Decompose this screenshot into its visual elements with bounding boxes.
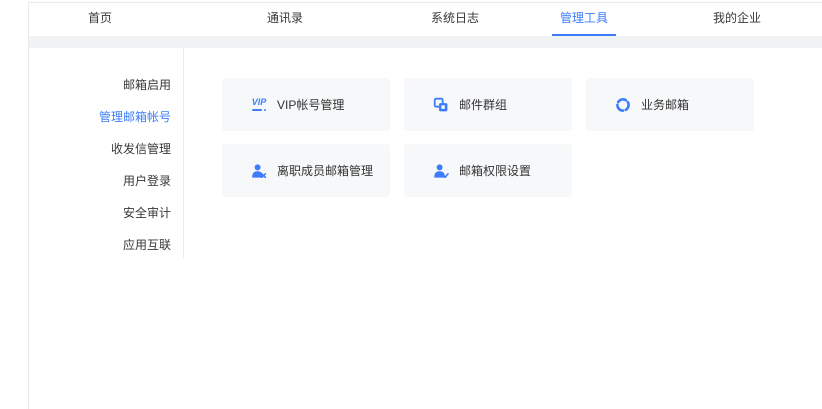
card-business-mailbox[interactable]: 业务邮箱 <box>586 78 754 131</box>
exmail-admin-page: 首页 通讯录 系统日志 管理工具 我的企业 邮箱启用 管理邮箱帐号 收发信管理 … <box>0 0 822 409</box>
mail-group-icon <box>432 97 450 113</box>
mailbox-permission-person-check-icon <box>432 163 450 179</box>
top-nav: 首页 通讯录 系统日志 管理工具 我的企业 <box>29 3 822 36</box>
tab-contacts[interactable]: 通讯录 <box>253 3 317 36</box>
business-mailbox-sync-icon <box>614 97 632 113</box>
card-label: 邮箱权限设置 <box>459 162 531 179</box>
card-vip-account-management[interactable]: VIP VIP帐号管理 <box>222 78 390 131</box>
former-member-person-x-icon <box>250 163 268 179</box>
sidebar-item-mailbox-enable[interactable]: 邮箱启用 <box>29 69 183 101</box>
card-former-member-mailbox[interactable]: 离职成员邮箱管理 <box>222 144 390 197</box>
card-mail-group[interactable]: 邮件群组 <box>404 78 572 131</box>
sidebar-item-user-login[interactable]: 用户登录 <box>29 165 183 197</box>
sidebar-item-send-receive-management[interactable]: 收发信管理 <box>29 133 183 165</box>
sidebar: 邮箱启用 管理邮箱帐号 收发信管理 用户登录 安全审计 应用互联 <box>29 48 184 259</box>
tab-home[interactable]: 首页 <box>68 3 132 36</box>
tab-system-log[interactable]: 系统日志 <box>423 3 487 36</box>
tab-my-enterprise[interactable]: 我的企业 <box>705 3 769 36</box>
main-panel: 首页 通讯录 系统日志 管理工具 我的企业 邮箱启用 管理邮箱帐号 收发信管理 … <box>28 2 822 409</box>
tab-admin-tools[interactable]: 管理工具 <box>552 3 616 36</box>
card-mailbox-permission[interactable]: 邮箱权限设置 <box>404 144 572 197</box>
sidebar-item-app-interconnect[interactable]: 应用互联 <box>29 229 183 261</box>
sidebar-item-security-audit[interactable]: 安全审计 <box>29 197 183 229</box>
card-label: 业务邮箱 <box>641 96 689 113</box>
card-label: 邮件群组 <box>459 96 507 113</box>
sidebar-item-manage-mailbox-accounts[interactable]: 管理邮箱帐号 <box>29 101 183 133</box>
card-label: 离职成员邮箱管理 <box>277 162 373 179</box>
nav-divider-band <box>29 36 822 48</box>
tool-cards: VIP VIP帐号管理 邮件群组 <box>222 78 754 197</box>
card-label: VIP帐号管理 <box>277 96 344 113</box>
vip-icon: VIP <box>250 98 268 111</box>
